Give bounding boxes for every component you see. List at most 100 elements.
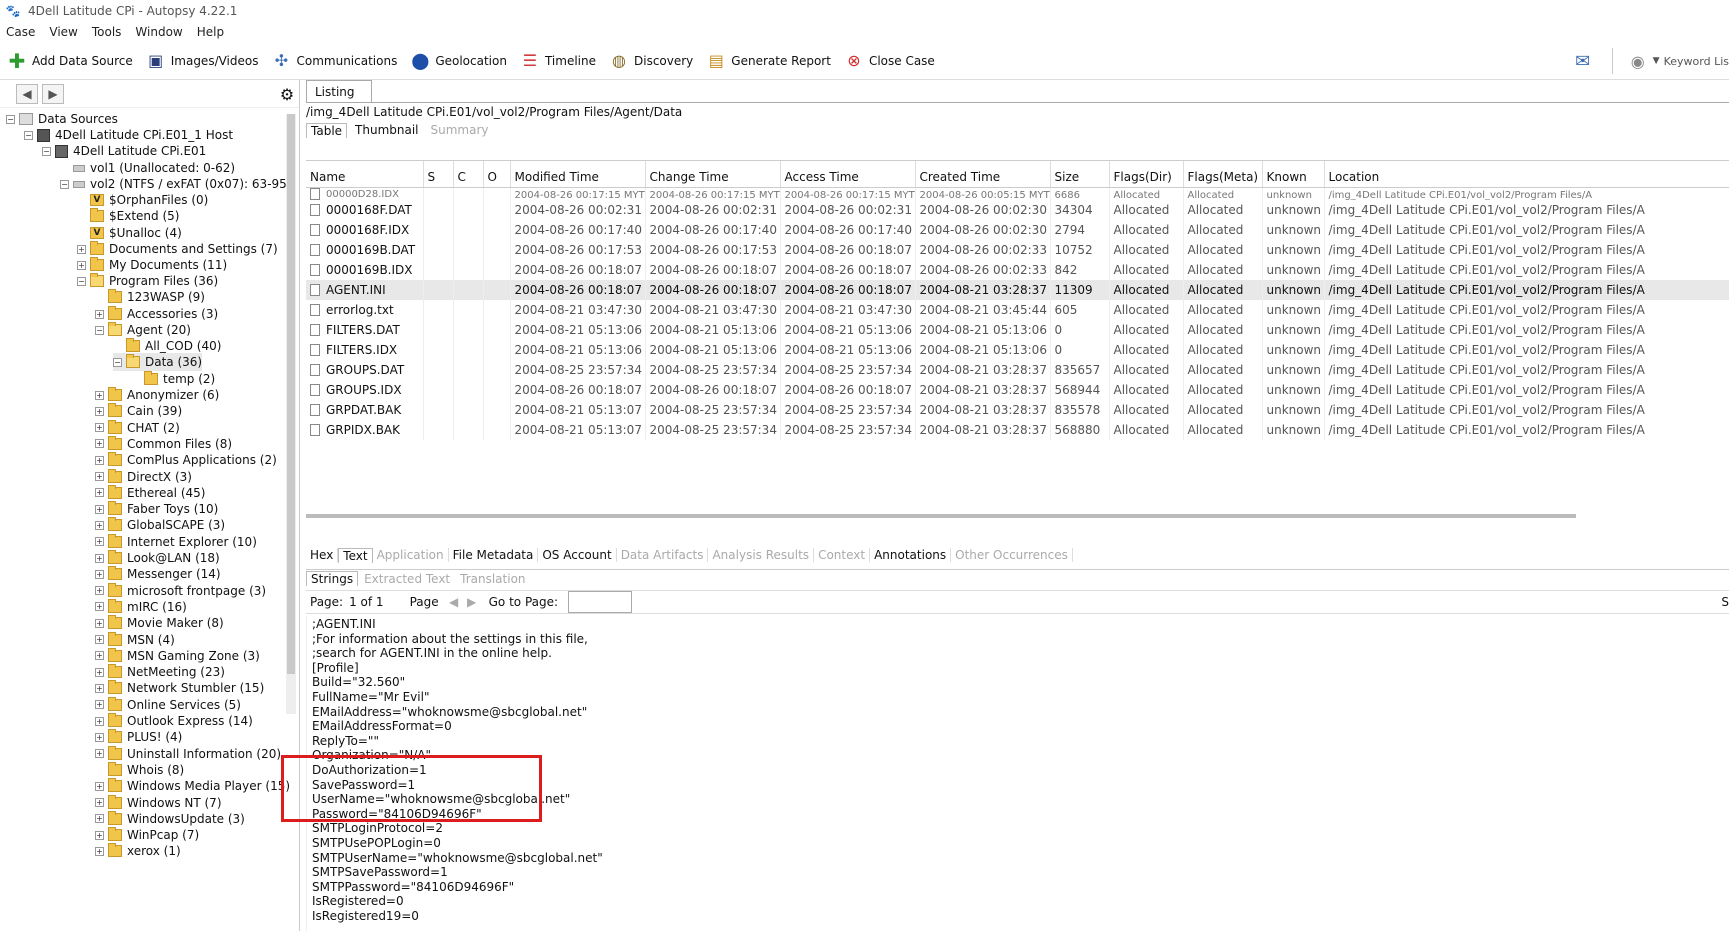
previous-page-icon[interactable]: ◀ [445,593,463,611]
tree-node-program-files-child[interactable]: + MSN Gaming Zone (3) [95,647,260,665]
dropdown-arrow-icon[interactable]: ▼ [1653,56,1660,66]
tab-strings[interactable]: Strings [306,571,359,586]
tab-text[interactable]: Text [338,547,373,563]
collapse-icon[interactable]: − [60,179,69,189]
tree-node-data[interactable]: − Data (36) [113,353,203,371]
table-row[interactable]: 0000169B.DAT2004-08-26 00:17:53 MYT2004-… [306,239,1729,260]
expand-icon[interactable]: + [95,472,104,481]
forward-arrow-icon[interactable]: ▶ [42,83,64,104]
expand-icon[interactable]: + [95,732,104,742]
tab-translation[interactable]: Translation [456,572,529,586]
table-row[interactable]: GROUPS.DAT2004-08-25 23:57:34 MYT2004-08… [306,359,1729,380]
listing-scrollbar-thumb[interactable] [306,514,1576,518]
tree-node-program-files-child[interactable]: + mIRC (16) [95,598,187,616]
column-header[interactable]: O [483,161,511,188]
tree-node-program-files-child[interactable]: + Messenger (14) [95,565,221,583]
mail-icon[interactable]: ✉ [1572,50,1594,72]
expand-icon[interactable]: + [95,618,104,628]
keyword-lists-button[interactable]: Keyword Lis [1664,55,1729,68]
tree-node-program-files-child[interactable]: + GlobalSCAPE (3) [95,516,225,534]
collapse-icon[interactable]: − [24,130,33,140]
tab-hex[interactable]: Hex [306,548,339,562]
column-header[interactable]: Change Time [645,161,781,188]
collapse-icon[interactable]: − [77,276,86,286]
column-header[interactable]: S [423,161,454,188]
timeline-button[interactable]: ☰ Timeline [519,50,596,72]
expand-icon[interactable]: + [95,455,104,465]
tree-node-program-files-child[interactable]: + Look@LAN (18) [95,549,220,567]
table-row[interactable]: FILTERS.IDX2004-08-21 05:13:06 MYT2004-0… [306,339,1729,360]
tree-node-program-files-child[interactable]: + Internet Explorer (10) [95,533,257,551]
expand-icon[interactable]: + [95,309,104,319]
table-row[interactable]: 0000168F.DAT2004-08-26 00:02:31 MYT2004-… [306,199,1729,220]
expand-icon[interactable]: + [95,520,104,530]
expand-icon[interactable]: + [95,423,104,433]
column-header[interactable]: Known [1262,161,1325,188]
expand-icon[interactable]: + [95,586,104,596]
strings-text-view[interactable]: ;AGENT.INI ;For information about the set… [306,616,1729,931]
column-header[interactable]: Location [1324,161,1729,188]
close-case-button[interactable]: ⊗ Close Case [843,50,935,72]
tree-node-image[interactable]: −4Dell Latitude CPi.E01 [42,142,206,160]
tree-node-program-files-child[interactable]: + MSN (4) [95,631,175,649]
add-data-source-button[interactable]: ✚ Add Data Source [6,49,133,73]
collapse-icon[interactable]: − [113,357,122,367]
tab-table[interactable]: Table [306,122,348,138]
expand-icon[interactable]: + [95,846,104,856]
tab-extracted-text[interactable]: Extracted Text [360,572,454,586]
expand-icon[interactable]: + [95,830,104,840]
tree-node-program-files-child[interactable]: + WindowsUpdate (3) [95,810,245,828]
back-arrow-icon[interactable]: ◀ [16,83,38,104]
column-header[interactable]: Size [1050,161,1110,188]
tab-context[interactable]: Context [814,548,871,562]
tree-node-program-files-child[interactable]: + Faber Toys (10) [95,500,218,518]
expand-icon[interactable]: + [95,406,104,416]
tree-node-123wasp[interactable]: 123WASP (9) [95,288,205,306]
tree-node-program-files-child[interactable]: + xerox (1) [95,842,181,860]
expand-icon[interactable]: + [77,244,86,254]
tree-node-program-files-child[interactable]: + DirectX (3) [95,468,192,486]
table-row[interactable]: errorlog.txt2004-08-21 03:47:30 MYT2004-… [306,299,1729,320]
tree-node-program-files-child[interactable]: + Cain (39) [95,402,182,420]
table-row[interactable]: 00000D28.IDX 2004-08-26 00:17:15 MYT 2004-… [306,187,1729,200]
tree-node-program-files-child[interactable]: + Uninstall Information (20) [95,745,281,763]
table-row[interactable]: FILTERS.DAT2004-08-21 05:13:06 MYT2004-0… [306,319,1729,340]
collapse-icon[interactable]: − [42,146,51,156]
tree-node-program-files-child[interactable]: + Movie Maker (8) [95,614,224,632]
table-row[interactable]: 0000169B.IDX2004-08-26 00:18:07 MYT2004-… [306,259,1729,280]
images-videos-button[interactable]: ▣ Images/Videos [145,50,258,72]
menu-view[interactable]: View [49,25,77,39]
expand-icon[interactable]: + [95,798,104,807]
expand-icon[interactable]: + [95,602,104,612]
tab-thumbnail[interactable]: Thumbnail [351,123,422,137]
expand-icon[interactable]: + [95,700,104,710]
tree-node-program-files-child[interactable]: + NetMeeting (23) [95,663,225,681]
expand-icon[interactable]: + [95,749,104,759]
column-header[interactable]: Name [306,161,424,188]
listing-horizontal-scrollbar[interactable] [306,514,1729,520]
column-header[interactable]: Created Time [915,161,1051,188]
tab-analysis-results[interactable]: Analysis Results [708,548,815,562]
discovery-button[interactable]: ◍ Discovery [608,50,693,72]
gear-icon[interactable]: ⚙ [276,84,298,104]
tab-file-metadata[interactable]: File Metadata [449,548,539,562]
column-header[interactable]: Modified Time [510,161,646,188]
tree-node-program-files-child[interactable]: + Ethereal (45) [95,484,205,502]
tree-node-program-files-child[interactable]: + Online Services (5) [95,696,241,714]
tab-application[interactable]: Application [373,548,449,562]
table-row[interactable]: GRPDAT.BAK2004-08-21 05:13:07 MYT2004-08… [306,399,1729,420]
menu-help[interactable]: Help [197,25,224,39]
communications-button[interactable]: ✣ Communications [270,50,398,72]
tab-other-occurrences[interactable]: Other Occurrences [951,548,1073,562]
table-row[interactable]: 0000168F.IDX2004-08-26 00:17:40 MYT2004-… [306,219,1729,240]
tab-data-artifacts[interactable]: Data Artifacts [617,548,709,562]
tree-node-program-files-child[interactable]: + Anonymizer (6) [95,386,219,404]
tree-node-extend[interactable]: $Extend (5) [77,207,179,225]
expand-icon[interactable]: + [95,667,104,677]
expand-icon[interactable]: + [95,553,104,563]
tree-node-program-files-child[interactable]: + ComPlus Applications (2) [95,451,277,469]
tree-scrollbar[interactable] [286,114,296,714]
table-row[interactable]: GROUPS.IDX2004-08-26 00:18:07 MYT2004-08… [306,379,1729,400]
tab-os-account[interactable]: OS Account [538,548,617,562]
tree-node-program-files-child[interactable]: + PLUS! (4) [95,728,182,746]
